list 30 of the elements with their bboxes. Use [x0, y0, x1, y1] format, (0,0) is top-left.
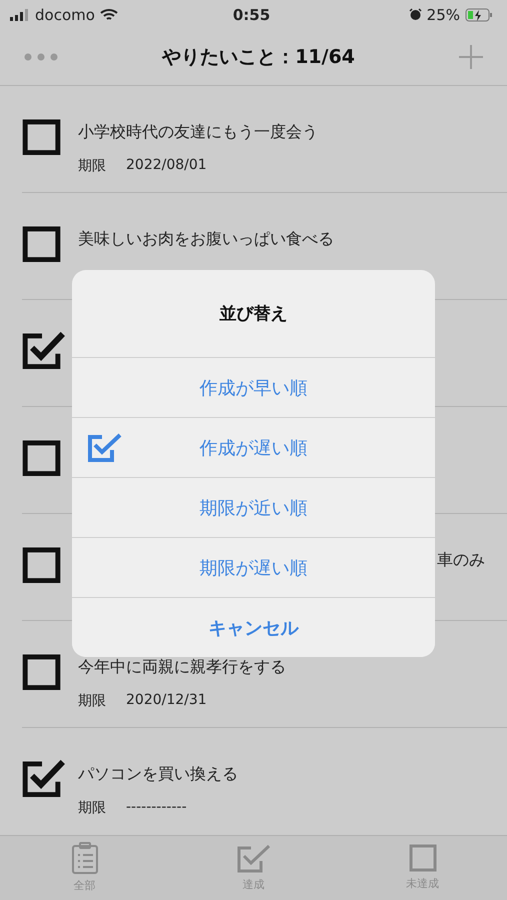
carrier-name: docomo	[35, 6, 95, 24]
deadline-label: 期限	[78, 156, 106, 175]
tab-bar-item[interactable]: 未達成	[382, 844, 462, 892]
checked-checkbox-icon[interactable]	[22, 758, 66, 798]
deadline-date: 2020/12/31	[126, 692, 207, 710]
battery-percent: 25%	[426, 6, 460, 24]
tab-bar-item[interactable]: 全部	[44, 842, 124, 894]
status-time: 0:55	[232, 6, 270, 24]
item-title: 小学校時代の友達にもう一度会う	[78, 122, 318, 143]
dialog-title: 並び替え	[218, 303, 288, 326]
checkmark-icon	[88, 432, 122, 462]
item-title: パソコンを買い換える	[78, 764, 238, 785]
deadline-label: 期限	[78, 798, 106, 817]
item-title: 車のみ	[437, 550, 485, 571]
signal-icon	[10, 8, 30, 21]
deadline-label: 期限	[78, 692, 106, 710]
cancel-button[interactable]: キャンセル	[72, 597, 435, 657]
item-title: 今年中に両親に親孝行をする	[78, 656, 286, 678]
wifi-icon	[100, 8, 118, 22]
screen-title: やりたいこと：11/64	[162, 44, 355, 70]
deadline-date: ------------	[126, 798, 187, 817]
alarm-icon	[408, 8, 422, 22]
deadline-date: 2022/08/01	[126, 156, 207, 175]
tab-bar-item[interactable]: 達成	[214, 843, 294, 892]
checked-checkbox-icon[interactable]	[22, 330, 66, 370]
battery-icon	[465, 8, 493, 22]
item-title: 美味しいお肉をお腹いっぱい食べる	[78, 228, 334, 250]
empty-box-icon	[408, 844, 436, 872]
checked-box-icon	[236, 843, 270, 874]
clipboard-icon	[70, 842, 98, 874]
